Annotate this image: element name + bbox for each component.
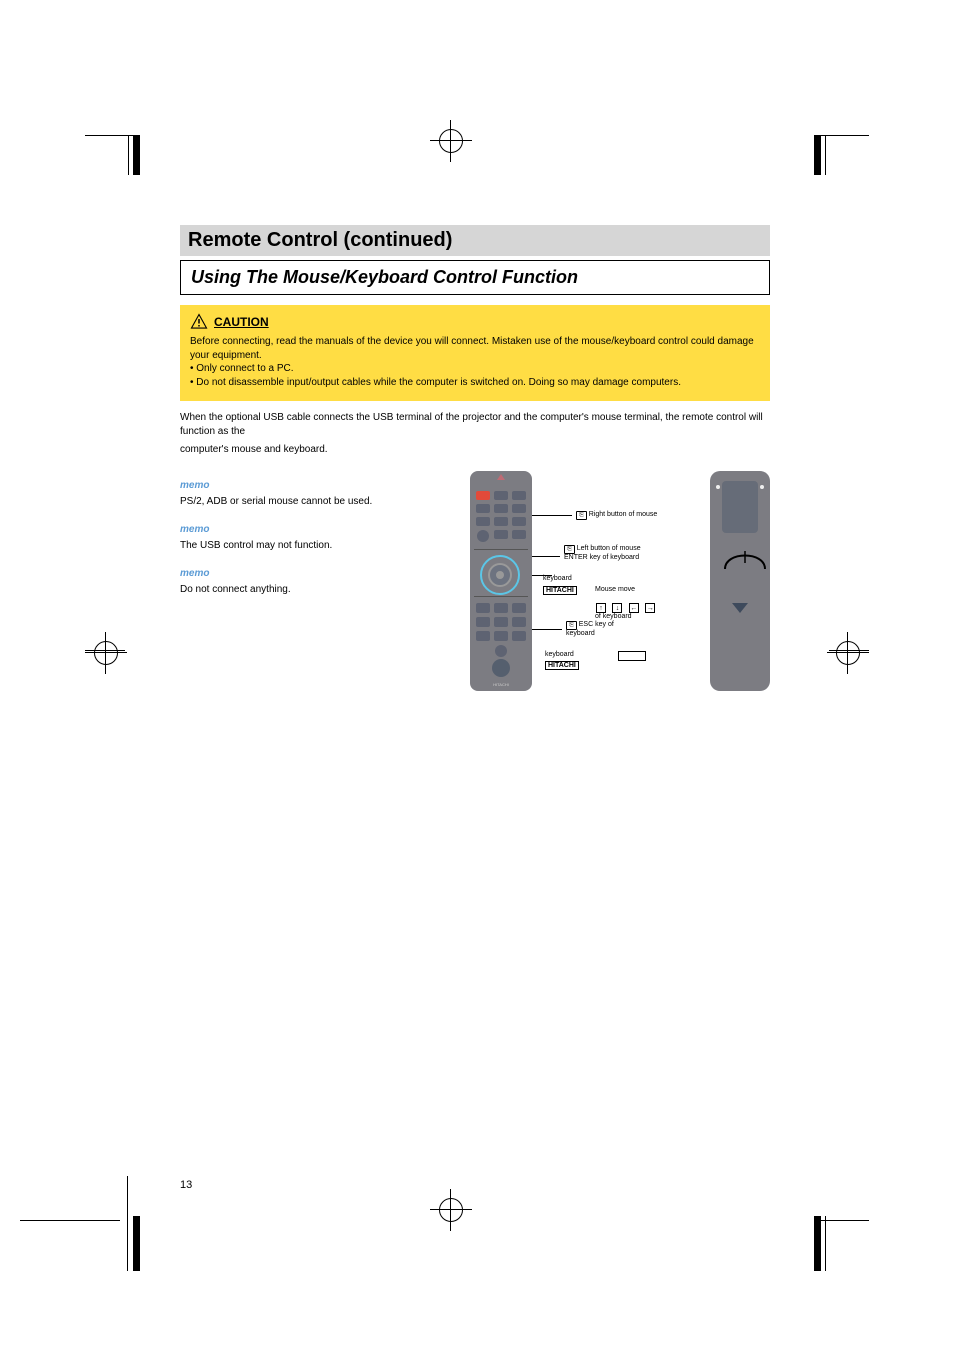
- dot-icon: [760, 485, 764, 489]
- registration-mark-icon: [430, 1189, 472, 1231]
- callout-label: Mouse move: [595, 586, 635, 594]
- intro-text: When the optional USB cable connects the…: [180, 411, 770, 457]
- remote-button: [512, 617, 526, 627]
- remote-button: [476, 603, 490, 613]
- callout-label: ⎘ Right button of mouse: [576, 511, 657, 520]
- brand-lettering-icon: HITACHI: [545, 661, 579, 670]
- remote-button: [512, 491, 526, 500]
- page-title: Remote Control (continued): [180, 225, 770, 256]
- remote-button: [512, 504, 526, 513]
- registration-mark-icon: [85, 632, 127, 674]
- arrow-key-left-icon: ←: [629, 603, 639, 613]
- remote-button: [512, 631, 526, 641]
- remote-button: [512, 530, 526, 539]
- remote-pad-icon: [722, 481, 758, 533]
- cropmark: [825, 1216, 826, 1271]
- caution-line: Before connecting, read the manuals of t…: [190, 335, 760, 362]
- remote-button: [492, 659, 510, 677]
- remote-button: [494, 491, 508, 500]
- dot-icon: [716, 485, 720, 489]
- memo-label: memo: [180, 567, 450, 581]
- cropmark: [128, 135, 129, 175]
- page-number: 13: [180, 1179, 192, 1191]
- remote-button: [494, 530, 508, 539]
- remote-button: [494, 517, 508, 526]
- arrow-key-right-icon: →: [645, 603, 655, 613]
- registration-mark-icon: [430, 120, 472, 162]
- usb-connector-icon: ⎘: [576, 511, 587, 520]
- memo-body: PS/2, ADB or serial mouse cannot be used…: [180, 495, 450, 509]
- caution-box: CAUTION Before connecting, read the manu…: [180, 305, 770, 401]
- callout-label: keyboard: [543, 575, 572, 583]
- cropmark: [127, 1176, 128, 1271]
- memo-column: memo PS/2, ADB or serial mouse cannot be…: [180, 471, 450, 701]
- caution-label: CAUTION: [214, 314, 269, 330]
- down-arrow-icon: [732, 603, 748, 613]
- cropmark: [814, 135, 869, 136]
- caution-bullet: • Do not disassemble input/output cables…: [190, 376, 760, 390]
- callout-label: ⎘ ESC key of keyboard: [566, 621, 614, 639]
- cropmark: [825, 135, 826, 175]
- cropmark: [814, 1216, 821, 1271]
- memo-label: memo: [180, 523, 450, 537]
- remote-button: [476, 491, 490, 500]
- remote-button: [494, 603, 508, 613]
- remote-button: [476, 517, 490, 526]
- remote-button: [476, 631, 490, 641]
- arrow-key-up-icon: ↑: [596, 603, 606, 613]
- remote-button: [476, 504, 490, 513]
- page-content: Remote Control (continued) Using The Mou…: [180, 225, 770, 701]
- leader-line: [532, 515, 572, 516]
- remote-front-illustration: HITACHI: [470, 471, 532, 691]
- remote-button: [494, 631, 508, 641]
- section-subtitle: Using The Mouse/Keyboard Control Functio…: [180, 260, 770, 295]
- cropmark: [814, 135, 821, 175]
- cropmark: [85, 135, 140, 136]
- cropmark: [20, 1220, 120, 1221]
- leader-line: [532, 556, 560, 557]
- memo-label: memo: [180, 479, 450, 493]
- callout-label: ⎘ Left button of mouse ENTER key of keyb…: [564, 545, 641, 563]
- remote-button: [477, 530, 489, 542]
- leader-line: [532, 629, 562, 630]
- memo-body: The USB control may not function.: [180, 539, 450, 553]
- remote-button: [495, 645, 507, 657]
- remote-button: [512, 517, 526, 526]
- registration-mark-icon: [827, 632, 869, 674]
- warning-triangle-icon: [190, 313, 208, 331]
- space-key-icon: [618, 651, 646, 661]
- intro-line: When the optional USB cable connects the…: [180, 411, 770, 439]
- remote-button: [494, 617, 508, 627]
- cropmark: [133, 1216, 140, 1271]
- remote-button: [476, 617, 490, 627]
- callout-label: keyboard: [545, 651, 574, 659]
- mouse-outline-icon: [720, 541, 770, 571]
- usb-connector-icon: ⎘: [566, 621, 577, 630]
- brand-label: HITACHI: [470, 682, 532, 687]
- intro-line: computer's mouse and keyboard.: [180, 443, 770, 457]
- remote-side-illustration: [710, 471, 770, 691]
- brand-lettering-icon: HITACHI: [543, 586, 577, 595]
- disk-pad-center-icon: [496, 571, 504, 579]
- cropmark: [814, 1220, 869, 1221]
- memo-body: Do not connect anything.: [180, 583, 450, 597]
- arrow-key-down-icon: ↓: [612, 603, 622, 613]
- ir-emitter-icon: [497, 474, 505, 480]
- remote-button: [512, 603, 526, 613]
- usb-connector-icon: ⎘: [564, 545, 575, 554]
- remote-diagram: HITACHI ⎘ Right button of mouse ⎘ Left b…: [450, 471, 770, 701]
- cropmark: [133, 135, 140, 175]
- caution-bullet: • Only connect to a PC.: [190, 362, 760, 376]
- remote-button: [494, 504, 508, 513]
- callout-label: of keyboard: [595, 613, 632, 621]
